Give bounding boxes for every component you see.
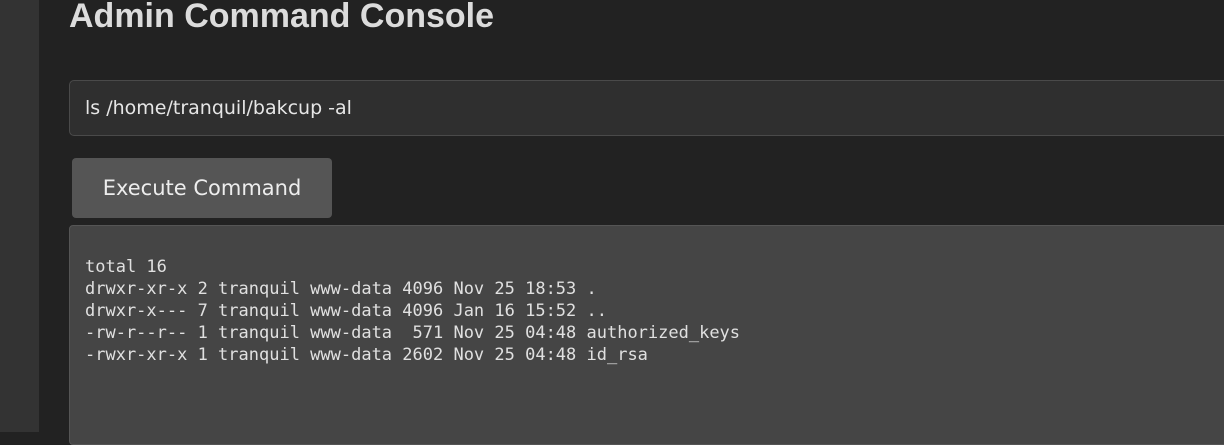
command-input[interactable] <box>69 80 1224 136</box>
left-sidebar-strip <box>0 0 39 432</box>
execute-command-button[interactable]: Execute Command <box>72 158 332 218</box>
output-line: -rw-r--r-- 1 tranquil www-data 571 Nov 2… <box>85 323 741 343</box>
output-line: -rwxr-xr-x 1 tranquil www-data 2602 Nov … <box>85 345 648 365</box>
page-title: Admin Command Console <box>69 0 495 35</box>
output-line: drwxr-x--- 7 tranquil www-data 4096 Jan … <box>85 301 607 321</box>
output-line: drwxr-xr-x 2 tranquil www-data 4096 Nov … <box>85 279 597 299</box>
output-line: total 16 <box>85 257 167 277</box>
command-output-panel: total 16 drwxr-xr-x 2 tranquil www-data … <box>69 225 1224 445</box>
